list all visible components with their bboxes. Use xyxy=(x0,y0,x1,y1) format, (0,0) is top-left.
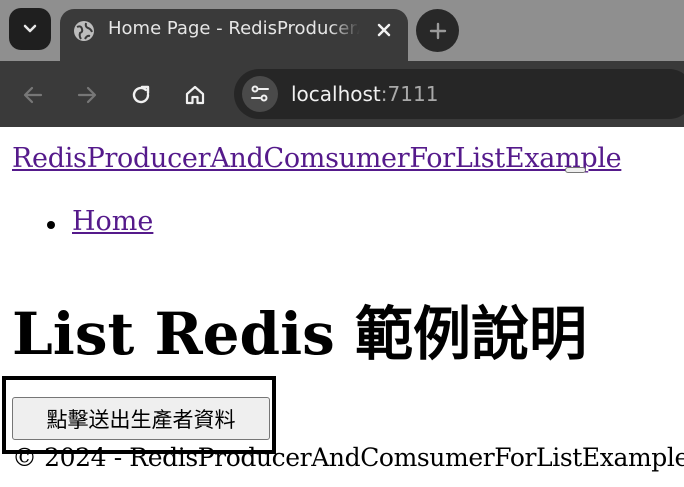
home-button[interactable] xyxy=(180,80,210,110)
close-icon xyxy=(377,23,391,37)
nav-link-home[interactable]: Home xyxy=(72,206,153,237)
nav-list: Home xyxy=(47,206,153,237)
nav-item-home: Home xyxy=(47,206,153,237)
site-info-button[interactable] xyxy=(242,76,278,112)
forward-button[interactable] xyxy=(72,80,102,110)
reload-button[interactable] xyxy=(126,80,156,110)
arrow-left-icon xyxy=(23,86,43,104)
navbar-brand-link[interactable]: RedisProducerAndComsumerForListExample xyxy=(12,143,622,174)
browser-toolbar: localhost:7111 xyxy=(0,61,684,127)
tab-search-button[interactable] xyxy=(9,8,51,50)
send-producer-data-button[interactable]: 點擊送出生產者資料 xyxy=(12,397,270,440)
address-bar[interactable]: localhost:7111 xyxy=(234,69,684,119)
plus-icon xyxy=(429,22,446,39)
tab-close-button[interactable] xyxy=(374,20,394,40)
tab-title: Home Page - RedisProducerAndComsumerForL… xyxy=(108,18,360,39)
new-tab-button[interactable] xyxy=(416,9,459,52)
bullet-icon xyxy=(47,221,55,229)
browser-tab-active[interactable]: Home Page - RedisProducerAndComsumerForL… xyxy=(60,9,408,61)
globe-icon xyxy=(74,21,94,41)
browser-tab-strip: Home Page - RedisProducerAndComsumerForL… xyxy=(0,0,684,61)
tune-icon xyxy=(251,85,269,102)
navbar-toggler-button[interactable] xyxy=(565,167,586,173)
url-port: :7111 xyxy=(380,82,439,106)
url-host: localhost xyxy=(291,82,381,106)
page-content: RedisProducerAndComsumerForListExample H… xyxy=(0,127,684,487)
footer-text: © 2024 - RedisProducerAndComsumerForList… xyxy=(12,443,684,472)
home-icon xyxy=(185,85,205,105)
back-button[interactable] xyxy=(18,80,48,110)
page-title: List Redis 範例說明 xyxy=(12,300,587,368)
chevron-down-icon xyxy=(23,24,37,33)
reload-icon xyxy=(132,85,150,104)
url-text: localhost:7111 xyxy=(291,82,438,106)
arrow-right-icon xyxy=(77,86,97,104)
